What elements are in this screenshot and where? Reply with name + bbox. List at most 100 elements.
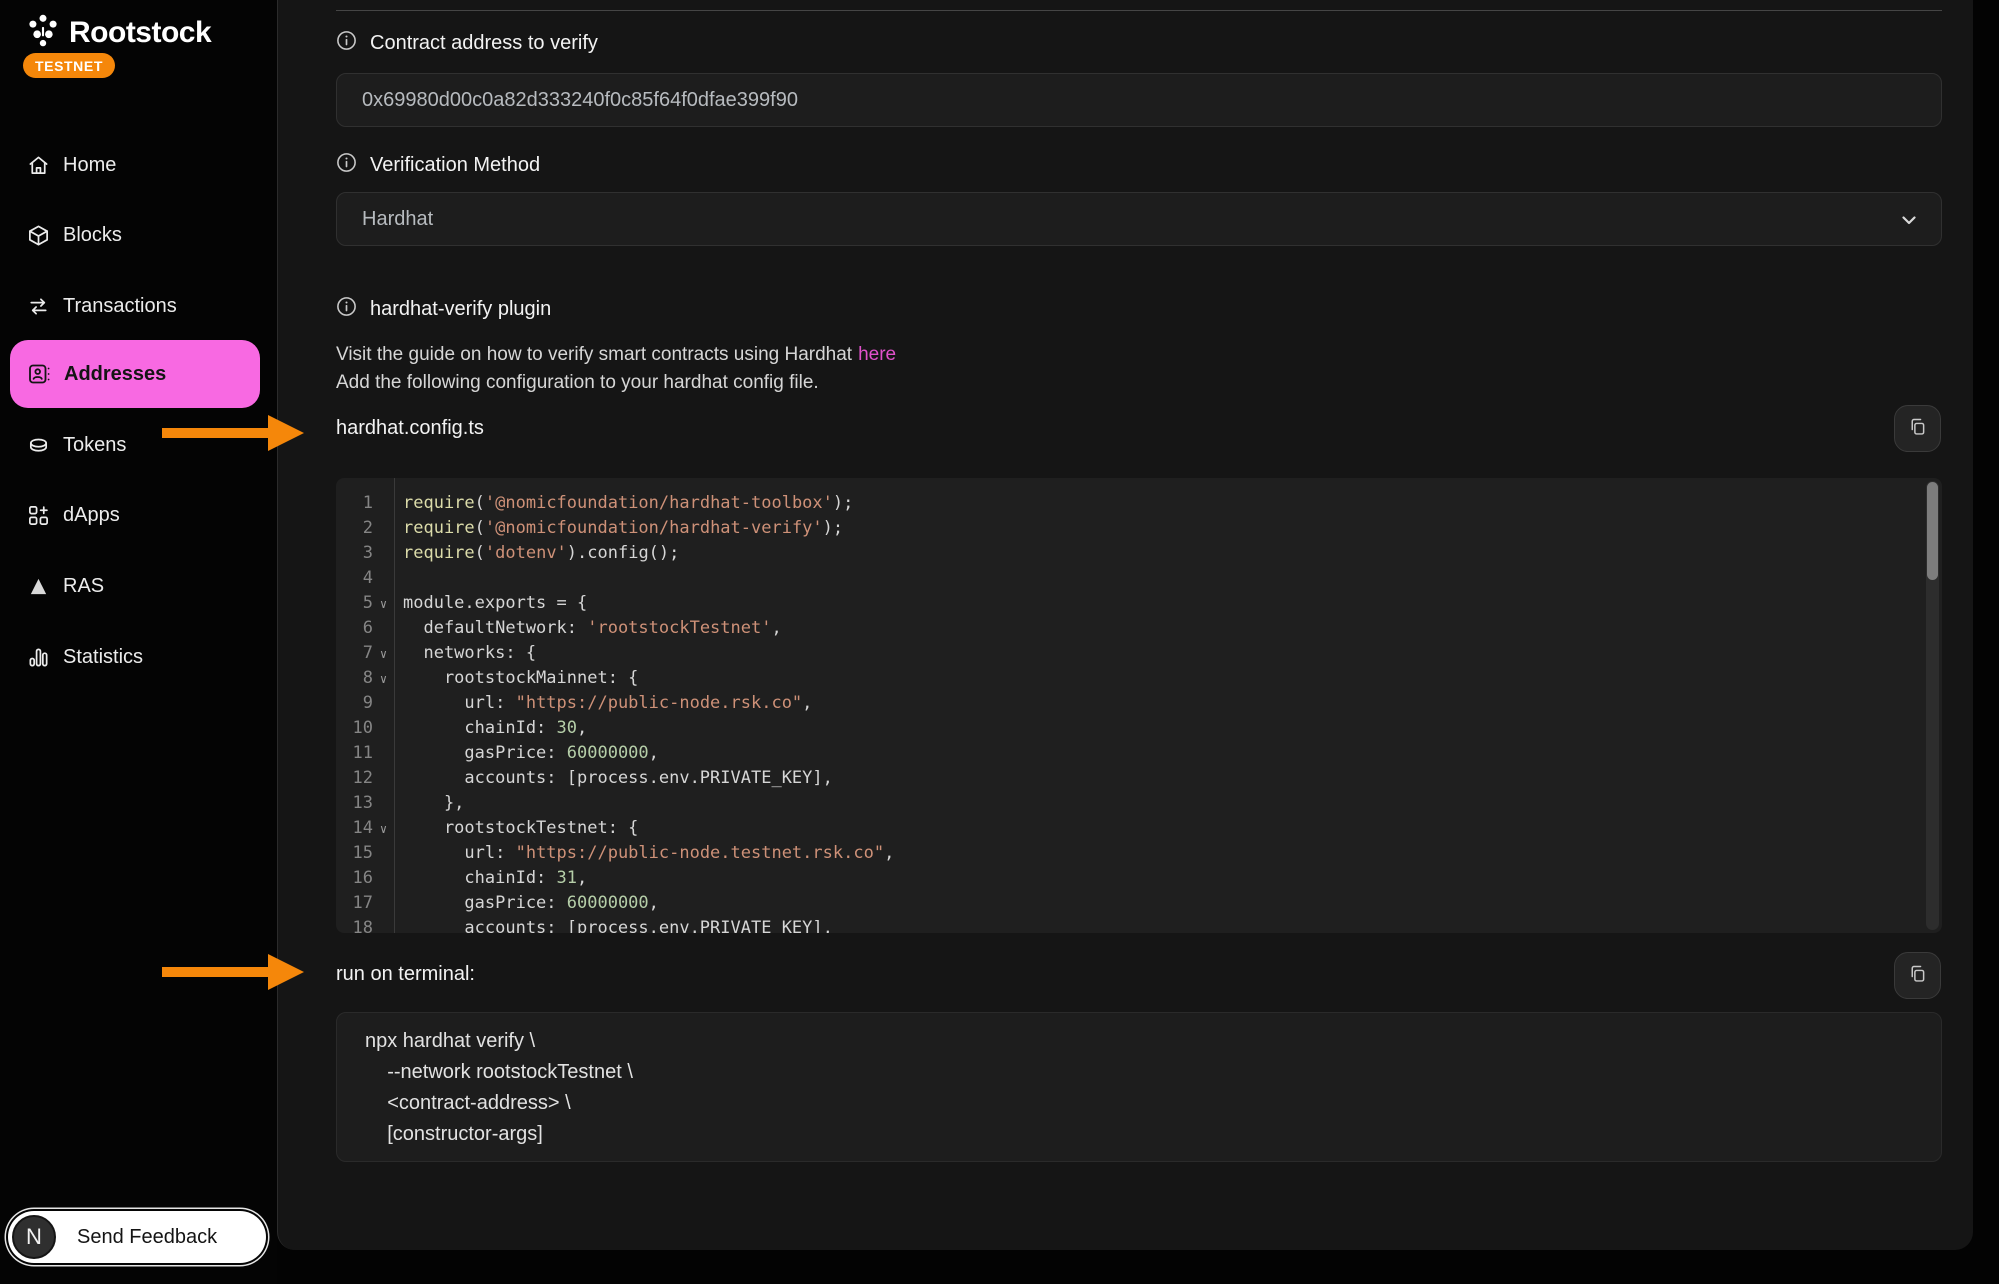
fold-chevron-icon[interactable]: ∨ [373,641,394,666]
code-text: require('dotenv').config(); [394,541,679,566]
apps-grid-plus-icon [27,504,50,527]
copy-icon [1907,963,1928,989]
info-icon[interactable] [336,152,357,179]
sidebar: Rootstock TESTNET Home Blocks [0,0,277,1284]
fold-chevron-icon[interactable]: ∨ [373,816,394,841]
coin-icon [27,434,50,457]
contract-address-label-row: Contract address to verify [336,30,598,57]
sidebar-item-label: dApps [63,504,120,527]
code-line: 5∨module.exports = { [336,591,1942,616]
sidebar-item-label: Statistics [63,646,143,669]
rootstock-flower-icon [26,13,60,52]
sidebar-item-label: Home [63,154,116,177]
header-divider [336,10,1942,11]
code-line: 13 }, [336,791,1942,816]
terminal-line: npx hardhat verify \ [365,1026,1913,1057]
code-line: 14∨ rootstockTestnet: { [336,816,1942,841]
code-text [394,566,403,591]
page: Rootstock TESTNET Home Blocks [0,0,1999,1284]
line-number: 16 [336,866,373,891]
sidebar-item-home[interactable]: Home [0,142,277,188]
code-line: 15 url: "https://public-node.testnet.rsk… [336,841,1942,866]
code-text: accounts: [process.env.PRIVATE_KEY], [394,766,833,791]
feedback-label: Send Feedback [77,1226,217,1249]
sidebar-item-dapps[interactable]: dApps [0,492,277,538]
code-line: 12 accounts: [process.env.PRIVATE_KEY], [336,766,1942,791]
code-line: 17 gasPrice: 60000000, [336,891,1942,916]
code-line: 11 gasPrice: 60000000, [336,741,1942,766]
line-number: 12 [336,766,373,791]
info-icon[interactable] [336,296,357,323]
brand-logo[interactable]: Rootstock [26,13,211,52]
fold-spacer [373,566,394,591]
code-line: 1require('@nomicfoundation/hardhat-toolb… [336,491,1942,516]
verification-method-label: Verification Method [370,154,540,177]
code-line: 2require('@nomicfoundation/hardhat-verif… [336,516,1942,541]
plugin-description: Visit the guide on how to verify smart c… [336,341,896,397]
line-number: 5 [336,591,373,616]
code-line: 18 accounts: [process.env.PRIVATE_KEY], [336,916,1942,933]
line-number: 1 [336,491,373,516]
fold-spacer [373,866,394,891]
sidebar-item-statistics[interactable]: Statistics [0,634,277,680]
code-line: 3 require('dotenv').config(); [336,541,1942,566]
code-scrollbar-thumb[interactable] [1927,482,1938,580]
guide-link[interactable]: here [858,344,896,365]
sidebar-item-blocks[interactable]: Blocks [0,212,277,258]
contract-address-value: 0x69980d00c0a82d333240f0c85f64f0dfae399f… [362,89,798,112]
sidebar-item-ras[interactable]: RAS [0,563,277,609]
annotation-arrow-terminal [160,952,306,992]
line-number: 15 [336,841,373,866]
line-number: 3 [336,541,373,566]
guide-text: Visit the guide on how to verify smart c… [336,344,852,365]
line-number: 10 [336,716,373,741]
sidebar-item-transactions[interactable]: Transactions [0,283,277,329]
verification-method-value: Hardhat [362,208,433,231]
fold-chevron-icon[interactable]: ∨ [373,591,394,616]
code-text: gasPrice: 60000000, [394,891,659,916]
send-feedback-button[interactable]: N Send Feedback [8,1211,266,1263]
code-line: 10 chainId: 30, [336,716,1942,741]
feedback-avatar: N [12,1215,56,1259]
code-text: url: "https://public-node.rsk.co", [394,691,812,716]
line-number: 11 [336,741,373,766]
code-text: url: "https://public-node.testnet.rsk.co… [394,841,894,866]
line-number: 17 [336,891,373,916]
verification-method-select[interactable]: Hardhat [336,192,1942,246]
info-icon[interactable] [336,30,357,57]
code-text: rootstockTestnet: { [394,816,638,841]
code-scrollbar-track[interactable] [1926,481,1939,930]
sidebar-item-label: Addresses [64,363,166,386]
sidebar-item-label: RAS [63,575,104,598]
terminal-line: <contract-address> \ [365,1088,1913,1119]
code-text: gasPrice: 60000000, [394,741,659,766]
fold-spacer [373,741,394,766]
line-number: 9 [336,691,373,716]
bar-chart-icon [27,646,50,669]
fold-spacer [373,616,394,641]
copy-config-button[interactable] [1894,405,1941,452]
home-icon [27,154,50,177]
copy-terminal-button[interactable] [1894,952,1941,999]
code-text: networks: { [394,641,536,666]
code-text: }, [394,791,464,816]
code-text: chainId: 30, [394,716,587,741]
line-number: 13 [336,791,373,816]
verify-contract-panel: Contract address to verify 0x69980d00c0a… [277,0,1973,1250]
terminal-command-box: npx hardhat verify \ --network rootstock… [336,1012,1942,1162]
code-text: rootstockMainnet: { [394,666,638,691]
copy-icon [1907,416,1928,442]
swap-arrows-icon [27,295,50,318]
contract-address-input[interactable]: 0x69980d00c0a82d333240f0c85f64f0dfae399f… [336,73,1942,127]
code-line: 4 [336,566,1942,591]
hardhat-config-code-block: 1require('@nomicfoundation/hardhat-toolb… [336,478,1942,933]
line-number: 8 [336,666,373,691]
line-number: 7 [336,641,373,666]
sidebar-item-addresses[interactable]: Addresses [10,340,260,408]
code-text: require('@nomicfoundation/hardhat-verify… [394,516,843,541]
triangle-icon [27,575,50,598]
fold-chevron-icon[interactable]: ∨ [373,666,394,691]
sidebar-item-label: Transactions [63,295,177,318]
fold-spacer [373,791,394,816]
fold-spacer [373,691,394,716]
